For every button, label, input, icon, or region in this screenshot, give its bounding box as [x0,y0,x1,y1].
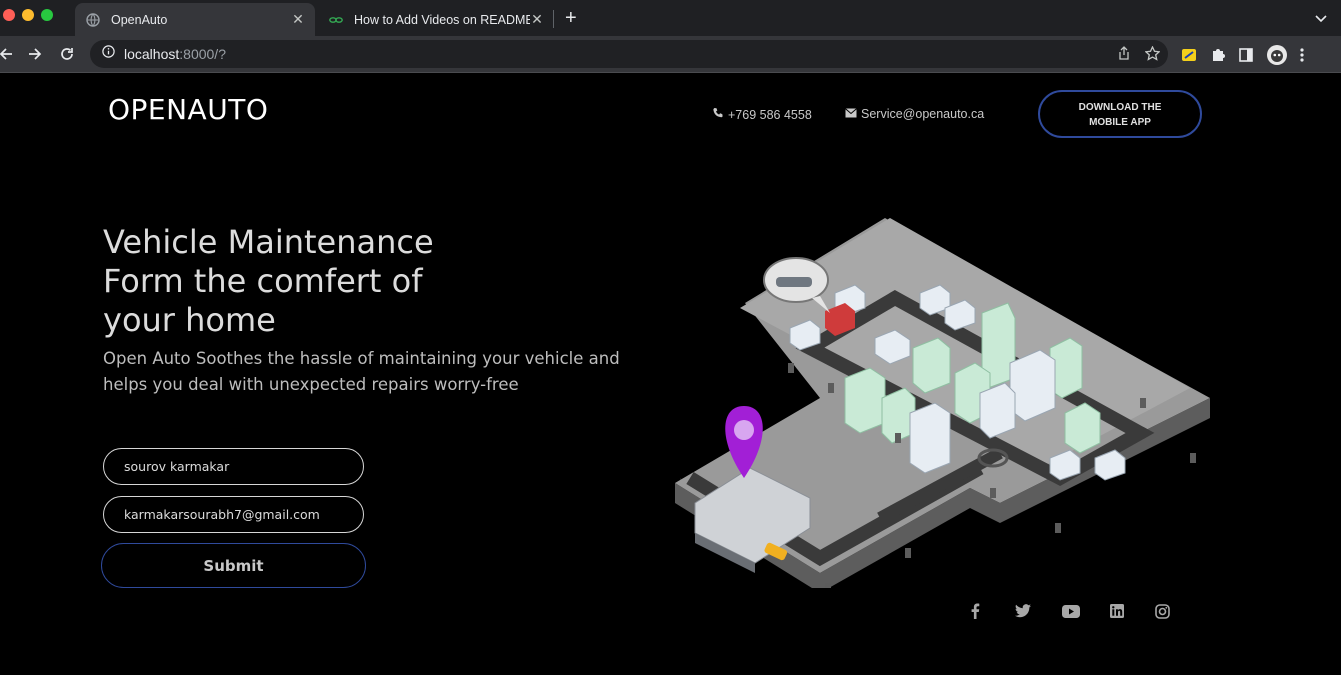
reload-icon[interactable] [57,44,77,64]
info-icon[interactable] [102,45,115,63]
link-icon [328,12,344,28]
tab-search-chevron-icon[interactable] [1315,10,1327,28]
hero-title-line: Vehicle Maintenance [103,223,434,261]
email-input[interactable] [103,496,364,533]
phone-icon [712,107,724,122]
close-window-button[interactable] [3,9,15,21]
youtube-icon[interactable] [1062,605,1080,623]
name-input[interactable] [103,448,364,485]
email-contact[interactable]: Service@openauto.ca [845,107,984,121]
envelope-icon [845,107,857,121]
url-text: localhost:8000/? [124,46,226,62]
menu-kebab-icon[interactable] [1300,47,1304,68]
forward-icon[interactable] [25,44,45,64]
twitter-icon[interactable] [1015,604,1031,623]
bookmark-star-icon[interactable] [1144,45,1161,66]
facebook-icon[interactable] [970,603,980,624]
extension-badge-icon[interactable] [1180,46,1198,69]
download-label-line2: MOBILE APP [1089,117,1151,128]
hero-title-line: your home [103,301,276,339]
address-bar[interactable]: localhost:8000/? [90,40,1168,68]
phone-number: +769 586 4558 [728,107,812,122]
phone-contact[interactable]: +769 586 4558 [712,107,812,122]
close-icon[interactable]: ✕ [291,11,305,28]
hero-title: Vehicle Maintenance Form the comfert of … [103,223,463,340]
submit-button[interactable]: Submit [101,543,366,588]
extensions-puzzle-icon[interactable] [1210,47,1226,68]
download-app-button[interactable]: DOWNLOAD THE MOBILE APP [1038,90,1202,138]
hero-subtitle: Open Auto Soothes the hassle of maintain… [103,349,620,394]
site-logo[interactable]: OPENAUTO [108,93,268,126]
email-address: Service@openauto.ca [861,107,985,121]
share-icon[interactable] [1117,46,1131,66]
browser-tab-bar: OpenAuto ✕ How to Add Videos on README ✕… [0,0,1341,36]
tab-openauto[interactable]: OpenAuto ✕ [75,3,315,36]
tab-title: How to Add Videos on README [354,12,530,27]
new-tab-button[interactable]: + [565,8,577,28]
hero-title-line: Form the comfert of [103,262,423,300]
instagram-icon[interactable] [1155,604,1170,624]
tab-readme-videos[interactable]: How to Add Videos on README ✕ [318,3,554,36]
close-icon[interactable]: ✕ [530,11,544,28]
minimize-window-button[interactable] [22,9,34,21]
back-icon[interactable] [0,44,16,64]
linkedin-icon[interactable] [1110,604,1124,623]
tab-title: OpenAuto [111,12,168,27]
globe-icon [85,12,101,28]
profile-avatar[interactable] [1266,44,1288,71]
browser-toolbar: localhost:8000/? [0,36,1341,72]
city-illustration [675,218,1210,588]
download-label-line1: DOWNLOAD THE [1078,102,1162,113]
tab-separator [553,10,554,28]
side-panel-icon[interactable] [1238,47,1254,68]
maximize-window-button[interactable] [41,9,53,21]
page-viewport: OPENAUTO +769 586 4558 Service@openauto.… [0,73,1341,675]
